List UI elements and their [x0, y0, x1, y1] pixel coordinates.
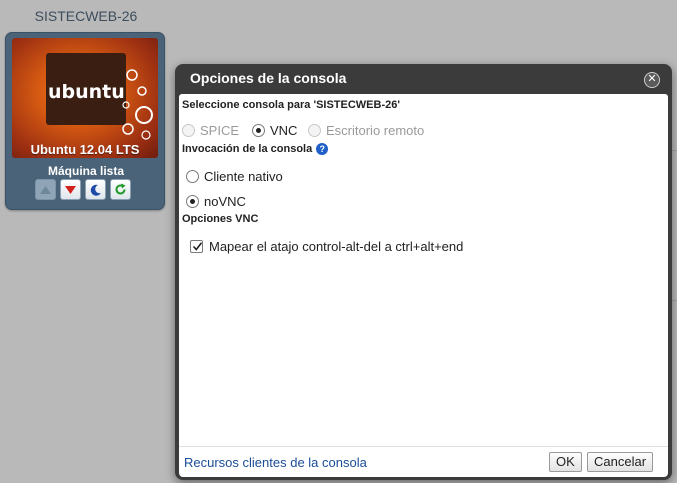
radio-button[interactable]: [186, 170, 199, 183]
dialog-body: Seleccione consola para 'SISTECWEB-26' S…: [179, 94, 668, 446]
console-client-resources-link[interactable]: Recursos clientes de la consola: [184, 455, 367, 470]
select-console-label: Seleccione consola para 'SISTECWEB-26': [182, 99, 400, 111]
refresh-icon: [115, 183, 126, 195]
radio-button[interactable]: [252, 124, 265, 137]
close-icon[interactable]: ✕: [644, 72, 660, 88]
ok-button[interactable]: OK: [549, 452, 582, 472]
dialog-title: Opciones de la consola: [190, 70, 347, 86]
radio-vnc[interactable]: VNC: [252, 123, 297, 138]
radio-native-client[interactable]: Cliente nativo: [186, 169, 283, 184]
ubuntu-logo: ubuntu: [46, 53, 153, 140]
console-options-dialog: Opciones de la consola ✕ Seleccione cons…: [175, 64, 672, 480]
ubuntu-circle-icon: [122, 69, 153, 140]
radio-spice[interactable]: SPICE: [182, 123, 239, 138]
radio-label: noVNC: [204, 194, 246, 209]
reboot-button[interactable]: [110, 179, 131, 200]
up-arrow-icon: [40, 185, 51, 194]
vnc-options-heading: Opciones VNC: [182, 213, 259, 225]
help-icon[interactable]: ?: [316, 143, 329, 156]
checkbox-label: Mapear el atajo control-alt-del a ctrl+a…: [209, 239, 464, 254]
down-arrow-icon: [65, 185, 76, 194]
radio-novnc[interactable]: noVNC: [186, 194, 246, 209]
suspend-button[interactable]: [85, 179, 106, 200]
radio-label: SPICE: [200, 123, 240, 138]
shutdown-button[interactable]: [60, 179, 81, 200]
radio-label: Escritorio remoto: [326, 123, 425, 138]
cancel-button[interactable]: Cancelar: [587, 452, 654, 472]
radio-label: VNC: [270, 123, 298, 138]
radio-label: Cliente nativo: [204, 169, 283, 184]
ubuntu-logo-text: ubuntu: [48, 81, 125, 103]
invocation-label: Invocación de la consola: [182, 143, 313, 155]
radio-button[interactable]: [308, 124, 321, 137]
checkmark-icon: [192, 242, 203, 251]
radio-remote-desktop[interactable]: Escritorio remoto: [308, 123, 424, 138]
radio-button[interactable]: [186, 195, 199, 208]
vm-status: Máquina lista: [47, 164, 124, 178]
invocation-heading: Invocación de la consola?: [182, 143, 329, 156]
moon-icon: [90, 184, 101, 196]
checkbox[interactable]: [190, 240, 203, 253]
start-button[interactable]: [35, 179, 56, 200]
vm-name: SISTECWEB-26: [34, 8, 138, 24]
vm-card[interactable]: ubuntu Ubuntu 12.04 LTS Máquina lista: [5, 32, 165, 210]
vm-thumbnail[interactable]: ubuntu Ubuntu 12.04 LTS: [12, 38, 158, 158]
vm-os-label: Ubuntu 12.04 LTS: [30, 142, 140, 157]
ctrl-alt-del-option[interactable]: Mapear el atajo control-alt-del a ctrl+a…: [190, 239, 463, 254]
vm-actions: [35, 179, 131, 200]
dialog-footer: Recursos clientes de la consola OK Cance…: [179, 446, 668, 477]
radio-button[interactable]: [182, 124, 195, 137]
